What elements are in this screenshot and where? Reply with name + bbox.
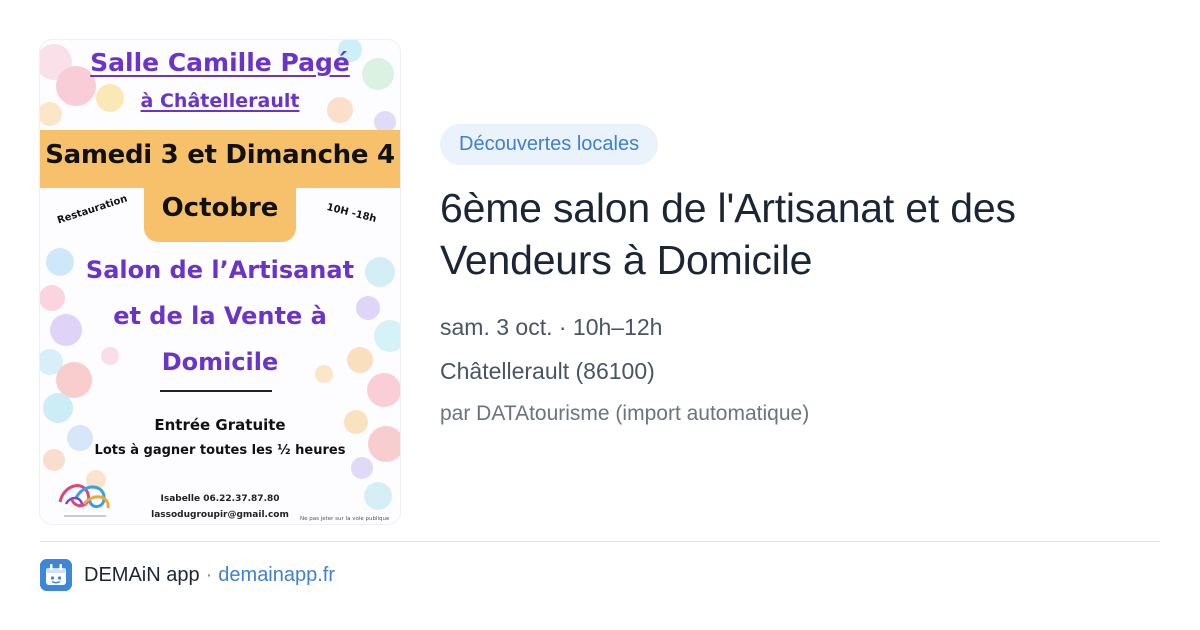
poster-small-note: Ne pas jeter sur la voie publique [300,516,390,522]
poster-city: à Châtellerault [140,90,300,112]
footer-separator: · [205,564,213,586]
poster-prizes: Lots à gagner toutes les ½ heures [94,443,346,458]
colorful-swirl-logo-icon [58,484,110,517]
poster-free-entry: Entrée Gratuite [154,416,286,434]
event-location: Châtellerault (86100) [440,358,655,384]
event-title: 6ème salon de l'Artisanat et des Vendeur… [440,185,1016,283]
poster-salon-line2: et de la Vente à [113,302,327,330]
category-tag[interactable]: Découvertes locales [440,124,659,165]
event-date-time: sam. 3 oct. · 10h–12h [440,314,663,340]
footer-divider [40,541,1160,542]
poster-dates-line1: Samedi 3 et Dimanche 4 [45,140,395,170]
poster-email: lassodugroupir@gmail.com [151,510,289,520]
poster-salon-line1: Salon de l’Artisanat [85,256,355,284]
footer-attribution: DEMAiN app · demainapp.fr [84,562,335,588]
event-source: par DATAtourisme (import automatique) [440,402,810,425]
demain-app-icon [40,559,72,591]
poster-phone: Isabelle 06.22.37.87.80 [160,494,280,504]
app-name: DEMAiN app [84,564,200,586]
poster-salon-line3: Domicile [161,348,279,376]
poster-divider [160,390,272,392]
app-domain-link[interactable]: demainapp.fr [218,564,335,586]
event-poster-image[interactable]: Salle Camille Pagé à Châtellerault Samed… [40,40,400,524]
poster-venue: Salle Camille Pagé [90,48,350,77]
